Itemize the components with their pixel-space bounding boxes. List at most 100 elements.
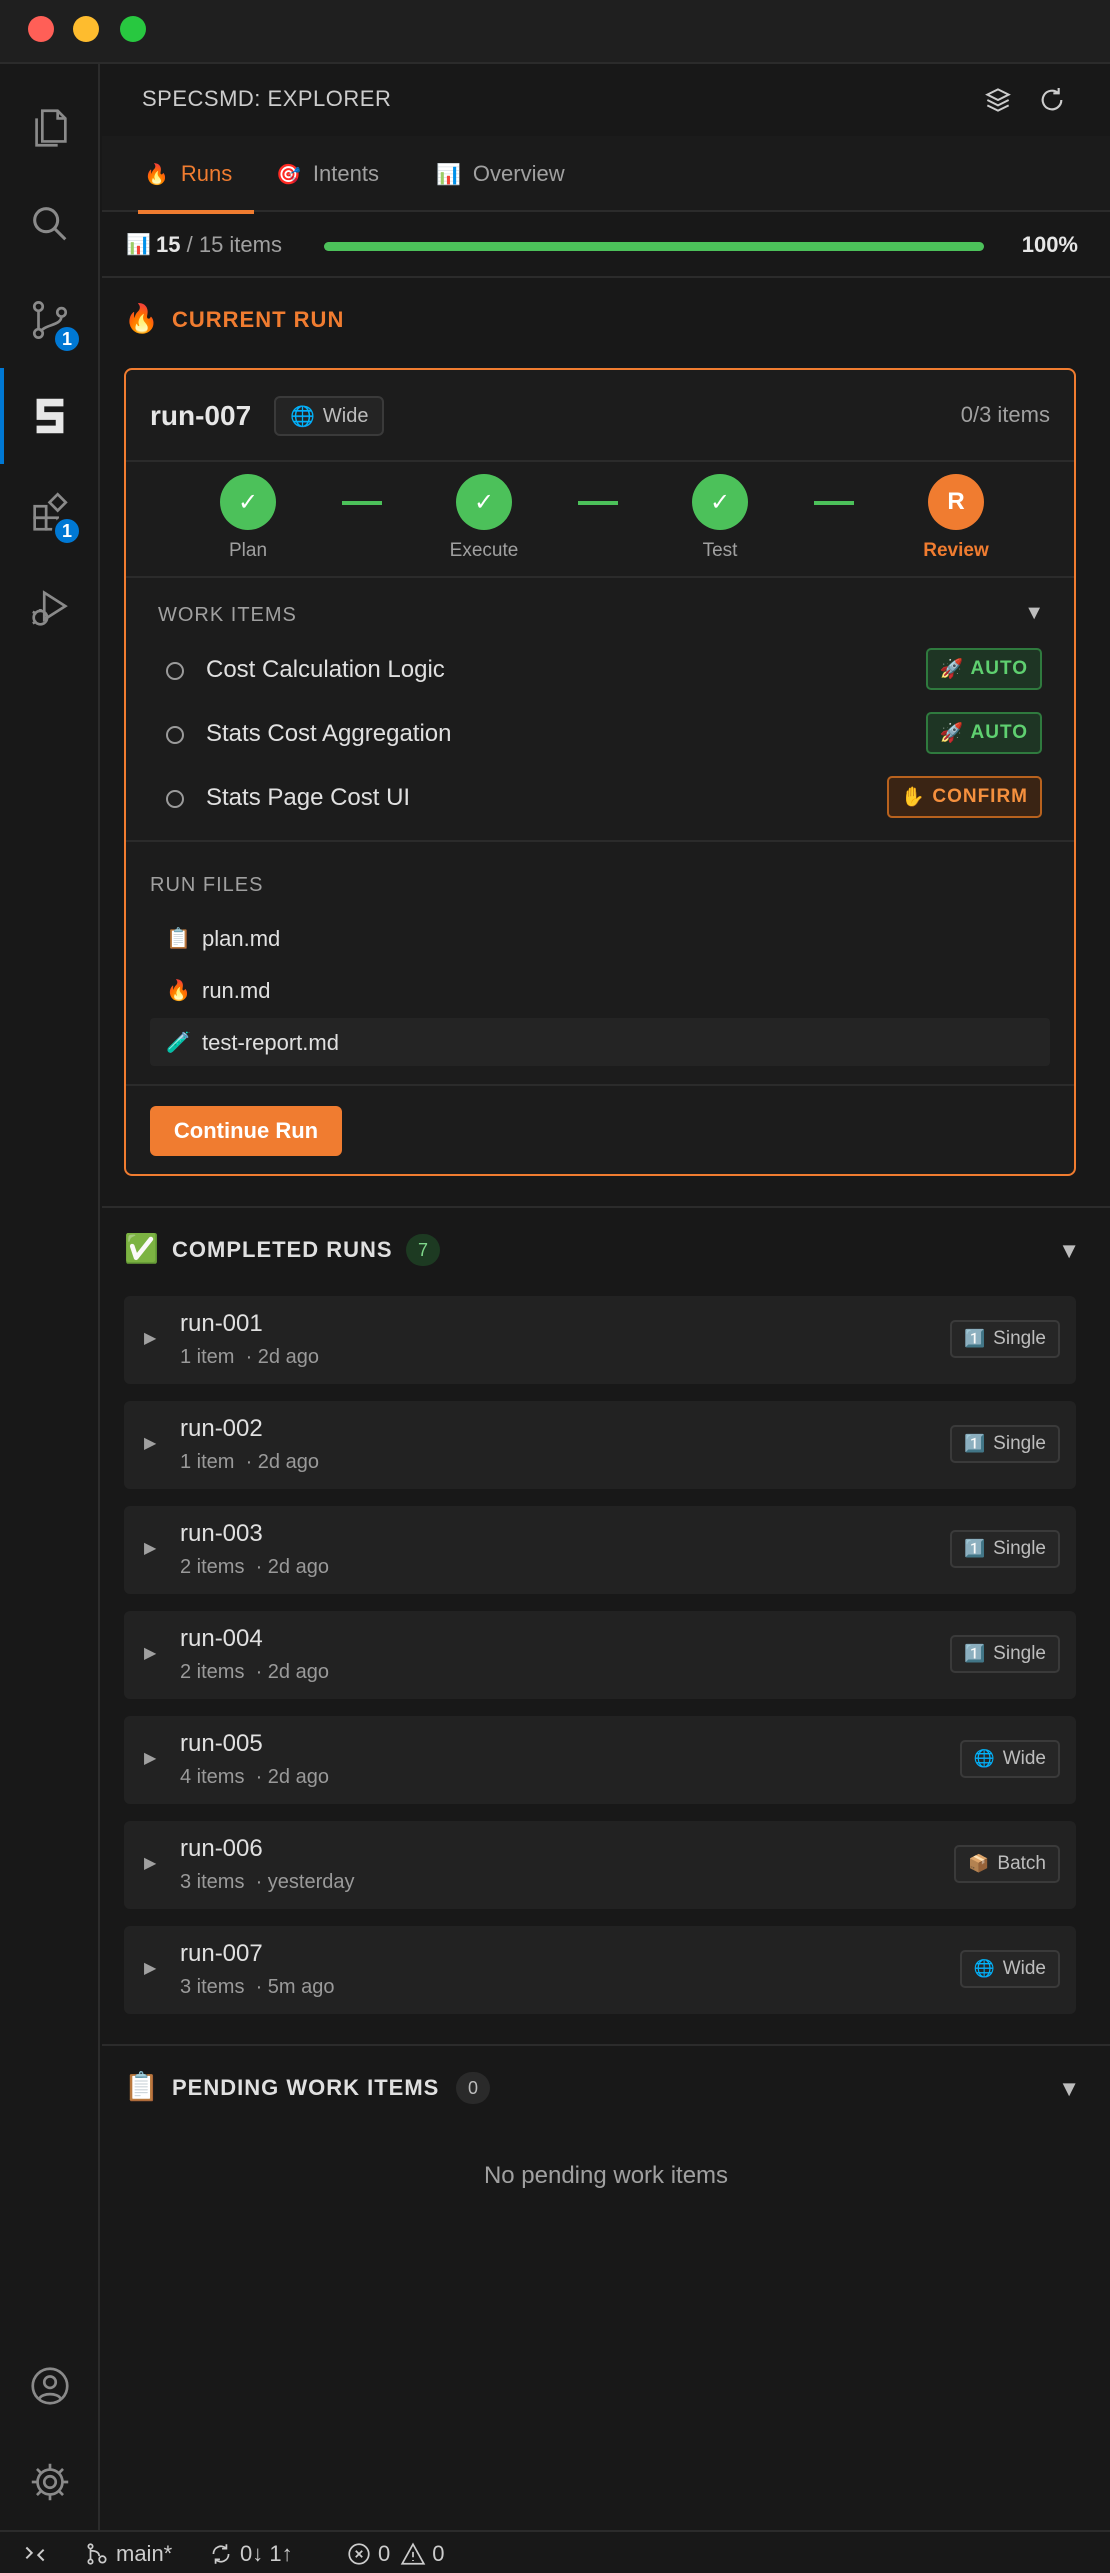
scope-label: Batch [997, 1853, 1046, 1874]
step-review: R Review [896, 474, 1016, 562]
run-id: run-001 [180, 1310, 263, 1337]
chevron-down-icon[interactable]: ▼ [1058, 1238, 1080, 1264]
run-file[interactable]: 🔥 run.md [150, 966, 1050, 1014]
progress-bar [324, 242, 984, 251]
scope-chip: 📦 Batch [954, 1845, 1060, 1883]
work-item[interactable]: Stats Page Cost UI ✋ CONFIRM [126, 766, 1074, 830]
close-window-button[interactable] [28, 16, 54, 42]
chart-icon: 📊 [436, 163, 461, 186]
zoom-window-button[interactable] [120, 16, 146, 42]
expand-arrow-icon[interactable]: ▶ [144, 1643, 156, 1663]
sync-counts: 0↓ 1↑ [240, 2541, 293, 2566]
step-plan-label: Plan [228, 540, 268, 561]
step-execute-label: Execute [449, 540, 519, 561]
completed-run-row[interactable]: ▶ run-004 2 items · 2d ago 1️⃣ Single [124, 1611, 1076, 1699]
completed-runs-header[interactable]: ✅ COMPLETED RUNS 7 ▼ [102, 1210, 1110, 1290]
work-items-collapse-chevron-icon[interactable]: ▼ [1024, 602, 1044, 625]
completed-run-row[interactable]: ▶ run-006 3 items · yesterday 📦 Batch [124, 1821, 1076, 1909]
completed-run-row[interactable]: ▶ run-005 4 items · 2d ago 🌐 Wide [124, 1716, 1076, 1804]
status-circle-icon [166, 726, 184, 744]
mode-badge: 🚀 AUTO [925, 712, 1042, 754]
refresh-icon[interactable] [1036, 84, 1068, 116]
scope-label: Single [993, 1328, 1046, 1349]
specsmd-explorer-panel: SPECSMD: EXPLORER 🔥 Runs 🎯 Intents 📊 Ove… [102, 64, 1110, 2530]
chart-icon: 📊 [126, 234, 151, 256]
step-test-check-icon: ✓ [692, 474, 748, 530]
tab-overview[interactable]: 📊 Overview [414, 136, 587, 212]
work-item-label: Cost Calculation Logic [206, 656, 445, 683]
section-divider [102, 2044, 1110, 2046]
scope-label: Wide [1002, 1748, 1046, 1769]
continue-run-button[interactable]: Continue Run [150, 1106, 342, 1156]
minimize-window-button[interactable] [73, 16, 99, 42]
expand-arrow-icon[interactable]: ▶ [144, 1853, 156, 1873]
mode-label: CONFIRM [932, 786, 1028, 807]
chevron-down-icon[interactable]: ▼ [1058, 2076, 1080, 2102]
scope-chip: 🌐 Wide [959, 1950, 1060, 1988]
rocket-icon: 🚀 [939, 659, 965, 680]
layers-icon[interactable] [982, 84, 1014, 116]
account-icon[interactable] [0, 2338, 100, 2434]
run-items: 4 items [180, 1766, 245, 1788]
work-item[interactable]: Stats Cost Aggregation 🚀 AUTO [126, 702, 1074, 766]
completed-runs-title: COMPLETED RUNS [172, 1237, 393, 1262]
globe-icon: 🌐 [973, 1959, 995, 1978]
tab-runs[interactable]: 🔥 Runs [122, 136, 255, 214]
expand-arrow-icon[interactable]: ▶ [144, 1433, 156, 1453]
manage-gear-icon[interactable] [0, 2434, 100, 2530]
run-items: 2 items [180, 1556, 245, 1578]
scope-chip: 🌐 Wide [274, 396, 385, 436]
current-run-items-count: 0/3 items [960, 402, 1050, 427]
mode-label: AUTO [970, 658, 1028, 679]
explorer-files-icon[interactable] [0, 80, 100, 176]
run-meta: 3 items · 5m ago [180, 1976, 335, 1999]
source-control-badge: 1 [52, 324, 82, 354]
completed-run-row[interactable]: ▶ run-003 2 items · 2d ago 1️⃣ Single [124, 1506, 1076, 1594]
work-item[interactable]: Cost Calculation Logic 🚀 AUTO [126, 638, 1074, 702]
target-icon: 🎯 [276, 163, 301, 186]
branch-status[interactable]: main* [84, 2541, 172, 2567]
completed-run-row[interactable]: ▶ run-001 1 item · 2d ago 1️⃣ Single [124, 1296, 1076, 1384]
warning-icon [400, 2542, 426, 2565]
expand-arrow-icon[interactable]: ▶ [144, 1538, 156, 1558]
divider [126, 840, 1074, 842]
run-ago: · 5m ago [255, 1976, 335, 1998]
status-bar: main* 0↓ 1↑ 0 0 [0, 2530, 1110, 2573]
panel-header: SPECSMD: EXPLORER [102, 64, 1110, 136]
run-file[interactable]: 📋 plan.md [150, 914, 1050, 962]
pending-work-items-header[interactable]: 📋 PENDING WORK ITEMS 0 ▼ [102, 2048, 1110, 2128]
run-file[interactable]: 🧪 test-report.md [150, 1018, 1050, 1066]
run-items: 1 item [180, 1451, 235, 1473]
progress-total: / 15 items [186, 232, 282, 257]
tab-intents[interactable]: 🎯 Intents [254, 136, 401, 212]
branch-name: main* [116, 2541, 173, 2566]
expand-arrow-icon[interactable]: ▶ [144, 1748, 156, 1768]
run-meta: 4 items · 2d ago [180, 1766, 329, 1789]
step-plan-check-icon: ✓ [220, 474, 276, 530]
test-tube-icon: 🧪 [166, 1032, 191, 1054]
one-keycap-icon: 1️⃣ [964, 1329, 986, 1348]
sync-status[interactable]: 0↓ 1↑ [208, 2541, 293, 2567]
clipboard-icon: 📋 [166, 928, 191, 950]
extensions-icon[interactable]: 1 [0, 464, 100, 560]
completed-run-row[interactable]: ▶ run-007 3 items · 5m ago 🌐 Wide [124, 1926, 1076, 2014]
completed-run-row[interactable]: ▶ run-002 1 item · 2d ago 1️⃣ Single [124, 1401, 1076, 1489]
scope-label: Single [993, 1433, 1046, 1454]
scope-chip: 1️⃣ Single [950, 1530, 1060, 1568]
run-debug-icon[interactable] [0, 560, 100, 656]
one-keycap-icon: 1️⃣ [964, 1644, 986, 1663]
fire-icon: 🔥 [144, 163, 169, 186]
expand-arrow-icon[interactable]: ▶ [144, 1328, 156, 1348]
run-file-name: run.md [202, 978, 271, 1003]
remote-icon[interactable] [22, 2541, 54, 2567]
specsmd-icon[interactable] [0, 368, 100, 464]
expand-arrow-icon[interactable]: ▶ [144, 1958, 156, 1978]
hand-icon: ✋ [901, 787, 927, 808]
search-icon[interactable] [0, 176, 100, 272]
problems-status[interactable]: 0 0 [346, 2541, 445, 2567]
scope-chip: 1️⃣ Single [950, 1425, 1060, 1463]
rocket-icon: 🚀 [939, 723, 965, 744]
mode-badge: 🚀 AUTO [925, 648, 1042, 690]
source-control-icon[interactable]: 1 [0, 272, 100, 368]
run-meta: 2 items · 2d ago [180, 1556, 329, 1579]
